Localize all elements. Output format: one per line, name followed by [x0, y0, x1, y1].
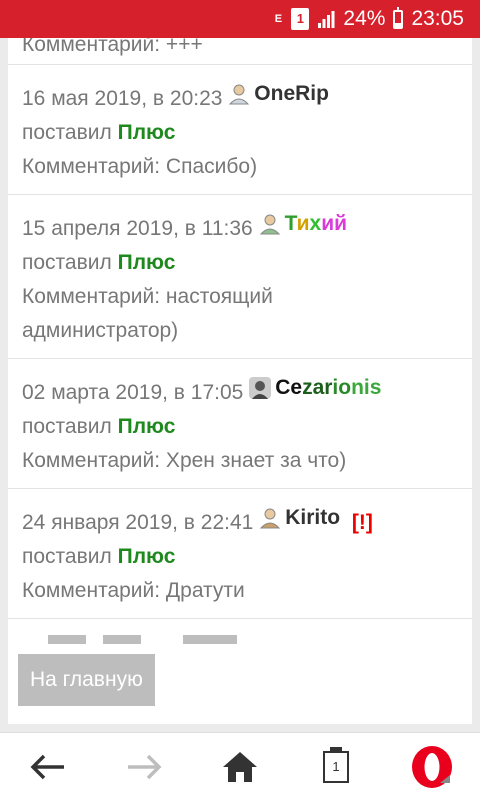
comment-text-cont: администратор)	[22, 319, 179, 342]
warning-badge[interactable]: [!]	[352, 511, 373, 534]
tabs-button[interactable]: 1	[296, 733, 376, 801]
browser-navbar: 1	[0, 732, 480, 801]
vote-type: Плюс	[117, 545, 176, 568]
comment-text: Комментарий: Спасибо)	[22, 155, 258, 178]
avatar-icon	[249, 377, 272, 399]
network-type-indicator: E	[274, 12, 283, 25]
vote-action: поставил	[22, 251, 112, 274]
forward-button[interactable]	[104, 733, 184, 801]
battery-percent: 24%	[343, 7, 386, 30]
home-page-button[interactable]: На главную	[18, 654, 155, 706]
footer-card: На главную	[8, 644, 472, 724]
author-link[interactable]: Тихий	[259, 207, 347, 241]
list-item: 16 мая 2019, в 20:23 OneRip поставил Плю…	[8, 65, 472, 195]
user-icon	[260, 508, 281, 529]
home-icon	[223, 752, 257, 782]
author-link[interactable]: Cezarionis	[249, 371, 381, 405]
opera-menu-button[interactable]	[392, 733, 472, 801]
opera-logo-icon	[412, 746, 452, 788]
comment-text: Комментарий: настоящий	[22, 285, 273, 308]
page-content[interactable]: Комментарий: +++ 16 мая 2019, в 20:23 On…	[0, 38, 480, 732]
list-item: 24 января 2019, в 22:41 Kirito [!] поста…	[8, 489, 472, 619]
sim-icon: 1	[291, 8, 310, 30]
list-item: Комментарий: +++	[8, 38, 472, 65]
comment-text: Комментарий: Хрен знает за что)	[22, 449, 347, 472]
list-item: 02 марта 2019, в 17:05 Cezarionis постав…	[8, 359, 472, 489]
vote-date: 24 января 2019, в 22:41	[22, 511, 254, 534]
forward-arrow-icon	[128, 754, 162, 780]
status-bar: E 1 24% 23:05	[0, 0, 480, 38]
author-link[interactable]: Kirito	[259, 501, 340, 535]
vote-action: поставил	[22, 121, 112, 144]
tabs-icon: 1	[323, 747, 349, 783]
comment-text: Комментарий: +++	[22, 38, 203, 56]
signal-icon	[318, 11, 335, 28]
vote-action: поставил	[22, 545, 112, 568]
vote-date: 16 мая 2019, в 20:23	[22, 87, 223, 110]
vote-date: 15 апреля 2019, в 11:36	[22, 217, 253, 240]
back-button[interactable]	[8, 733, 88, 801]
list-item: 15 апреля 2019, в 11:36 Тихий поставил П…	[8, 195, 472, 359]
user-icon	[259, 214, 280, 235]
vote-type: Плюс	[117, 121, 176, 144]
user-icon	[229, 84, 250, 105]
votes-list: Комментарий: +++ 16 мая 2019, в 20:23 On…	[8, 38, 472, 695]
back-arrow-icon	[30, 754, 64, 780]
vote-type: Плюс	[117, 415, 176, 438]
clock: 23:05	[411, 7, 464, 30]
vote-type: Плюс	[117, 251, 176, 274]
battery-icon	[393, 6, 404, 29]
vote-action: поставил	[22, 415, 112, 438]
vote-date: 02 марта 2019, в 17:05	[22, 381, 244, 404]
home-nav-button[interactable]	[200, 733, 280, 801]
comment-text: Комментарий: Дратути	[22, 579, 245, 602]
author-link[interactable]: OneRip	[228, 77, 329, 111]
